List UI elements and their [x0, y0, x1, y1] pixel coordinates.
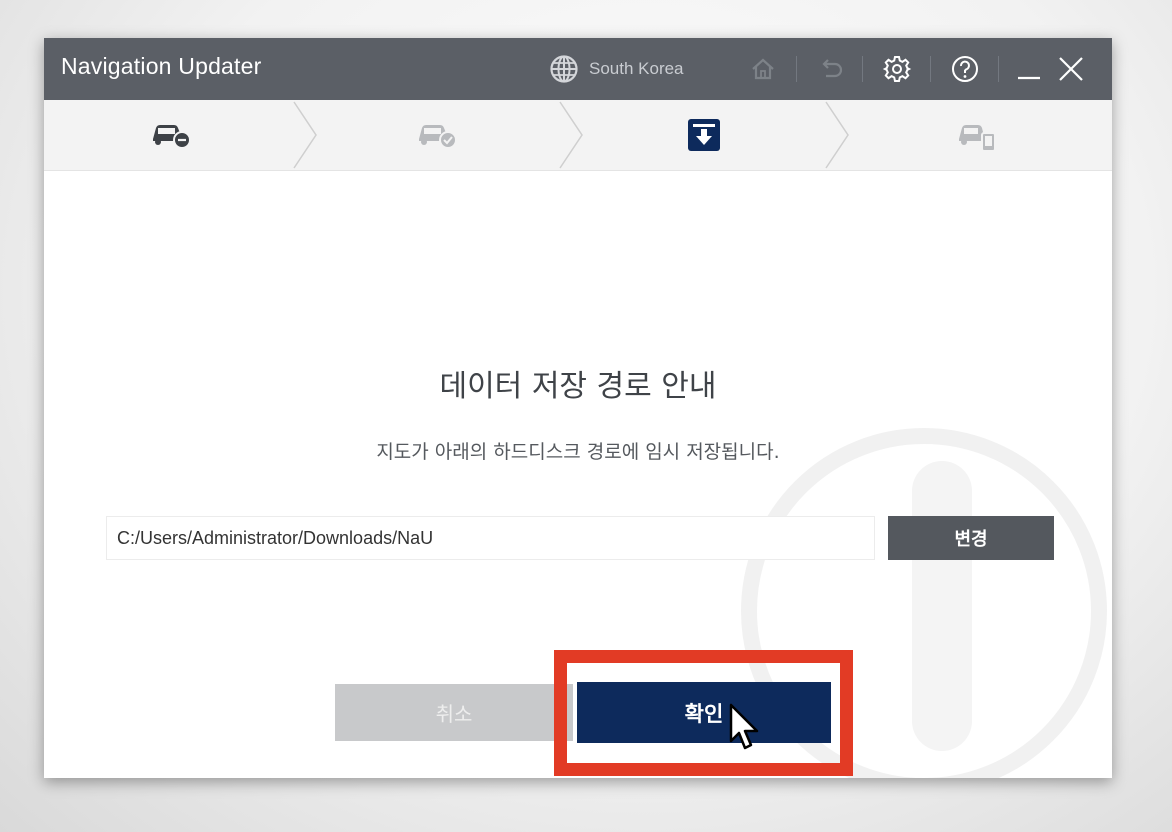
- settings-button[interactable]: [878, 50, 916, 88]
- title-bar: Navigation Updater South Korea: [44, 38, 1112, 100]
- close-button[interactable]: [1052, 50, 1090, 88]
- gear-icon: [882, 56, 912, 82]
- home-icon: [752, 58, 774, 80]
- help-button[interactable]: [946, 50, 984, 88]
- change-path-button[interactable]: 변경: [888, 516, 1054, 560]
- globe-icon: [550, 55, 578, 83]
- toolbar-divider: [796, 56, 797, 82]
- step-progress-bar: [44, 100, 1112, 171]
- close-icon: [1059, 57, 1083, 81]
- navigation-updater-window: Navigation Updater South Korea 데이터 저장 경로…: [44, 38, 1112, 778]
- page-title: 데이터 저장 경로 안내: [439, 369, 717, 404]
- step-1: [44, 100, 300, 170]
- download-icon: [688, 119, 720, 151]
- dialog-content: 데이터 저장 경로 안내 지도가 아래의 하드디스크 경로에 임시 저장됩니다.…: [44, 171, 1112, 778]
- home-button[interactable]: [744, 50, 782, 88]
- app-title: Navigation Updater: [61, 53, 262, 79]
- car-check-icon: [419, 125, 457, 149]
- step-4: [844, 100, 1112, 170]
- save-path-field[interactable]: [106, 516, 875, 560]
- toolbar-divider: [998, 56, 999, 82]
- undo-button[interactable]: [812, 50, 850, 88]
- toolbar-divider: [862, 56, 863, 82]
- help-icon: [952, 56, 978, 82]
- step-3: [576, 100, 832, 170]
- region-selector[interactable]: South Korea: [549, 53, 684, 85]
- toolbar-divider: [930, 56, 931, 82]
- undo-icon: [822, 59, 843, 78]
- region-label: South Korea: [589, 59, 684, 78]
- cancel-button[interactable]: 취소: [335, 684, 573, 741]
- minimize-button[interactable]: [1010, 50, 1048, 88]
- step-2: [310, 100, 566, 170]
- minimize-icon: [1018, 76, 1040, 80]
- confirm-button[interactable]: 확인: [577, 682, 831, 743]
- car-device-icon: [959, 125, 996, 152]
- car-minus-icon: [153, 125, 191, 149]
- page-description: 지도가 아래의 하드디스크 경로에 임시 저장됩니다.: [376, 441, 780, 463]
